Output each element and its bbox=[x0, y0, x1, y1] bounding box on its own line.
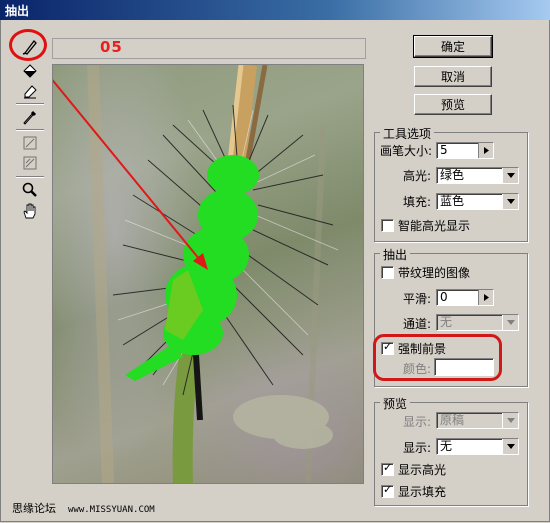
chevron-down-icon[interactable] bbox=[502, 168, 518, 183]
display-label: 显示: bbox=[403, 441, 432, 455]
highlighter-selection-circle bbox=[9, 29, 47, 61]
hand-icon[interactable] bbox=[19, 201, 41, 221]
smart-highlight-label: 智能高光显示 bbox=[398, 219, 471, 233]
footer-watermark: 思缘论坛 www.MISSYUAN.COM bbox=[12, 500, 155, 516]
fill-value: 蓝色 bbox=[440, 194, 465, 208]
checkmark-icon: ✓ bbox=[383, 461, 393, 474]
smart-highlight-checkbox[interactable] bbox=[381, 219, 394, 232]
footer-url: www.MISSYUAN.COM bbox=[68, 505, 155, 515]
tool-separator bbox=[16, 176, 44, 178]
brush-size-label: 画笔大小: bbox=[380, 144, 433, 158]
fill-bucket-icon[interactable] bbox=[19, 61, 41, 81]
smooth-label: 平滑: bbox=[403, 292, 432, 306]
step-number-label: 05 bbox=[100, 38, 123, 56]
preview-title: 预览 bbox=[380, 395, 411, 412]
show-select[interactable]: 原稿 bbox=[436, 412, 519, 429]
smooth-arrow-icon[interactable] bbox=[478, 290, 493, 305]
show-value: 原稿 bbox=[440, 413, 465, 427]
zoom-icon[interactable] bbox=[19, 180, 41, 200]
preview-button[interactable]: 预览 bbox=[414, 94, 492, 115]
highlight-select[interactable]: 绿色 bbox=[436, 167, 519, 184]
eyedropper-icon[interactable] bbox=[19, 107, 41, 127]
smooth-field[interactable]: 0 bbox=[436, 289, 494, 306]
highlight-value: 绿色 bbox=[440, 168, 465, 182]
channel-select[interactable]: 无 bbox=[436, 314, 519, 331]
show-fill-label: 显示填充 bbox=[398, 485, 447, 499]
tool-separator bbox=[16, 103, 44, 105]
title-bar: 抽出 bbox=[0, 0, 550, 20]
fill-label: 填充: bbox=[403, 195, 432, 209]
chevron-down-icon[interactable] bbox=[502, 194, 518, 209]
chevron-down-icon[interactable] bbox=[502, 413, 518, 428]
textured-image-label: 带纹理的图像 bbox=[398, 266, 471, 280]
extraction-title: 抽出 bbox=[380, 246, 411, 263]
image-preview-canvas[interactable] bbox=[52, 64, 364, 484]
brush-size-field[interactable]: 5 bbox=[436, 142, 494, 159]
brush-size-arrow-icon[interactable] bbox=[478, 143, 493, 158]
chevron-down-icon[interactable] bbox=[502, 315, 518, 330]
display-select[interactable]: 无 bbox=[436, 438, 519, 455]
footer-site-name: 思缘论坛 bbox=[12, 502, 56, 515]
channel-value: 无 bbox=[440, 315, 453, 329]
edge-touchup-icon[interactable] bbox=[19, 153, 41, 173]
channel-label: 通道: bbox=[403, 317, 432, 331]
fill-select[interactable]: 蓝色 bbox=[436, 193, 519, 210]
brush-size-value: 5 bbox=[440, 143, 448, 157]
show-fill-checkbox[interactable]: ✓ bbox=[381, 483, 394, 498]
display-value: 无 bbox=[440, 439, 453, 453]
smooth-value: 0 bbox=[440, 290, 448, 304]
annotation-highlight-box bbox=[373, 334, 502, 381]
eraser-icon[interactable] bbox=[19, 81, 41, 101]
tool-options-title: 工具选项 bbox=[380, 125, 435, 142]
tool-separator bbox=[16, 129, 44, 131]
window-title: 抽出 bbox=[5, 4, 30, 18]
chevron-down-icon[interactable] bbox=[502, 439, 518, 454]
ok-button[interactable]: 确定 bbox=[413, 35, 493, 58]
show-label: 显示: bbox=[403, 415, 432, 429]
highlight-label: 高光: bbox=[403, 169, 432, 183]
cancel-button[interactable]: 取消 bbox=[414, 66, 492, 87]
show-highlight-label: 显示高光 bbox=[398, 463, 447, 477]
show-highlight-checkbox[interactable]: ✓ bbox=[381, 461, 394, 476]
checkmark-icon: ✓ bbox=[383, 483, 393, 496]
textured-image-checkbox[interactable] bbox=[381, 266, 394, 279]
cleanup-tool-icon[interactable] bbox=[19, 133, 41, 153]
